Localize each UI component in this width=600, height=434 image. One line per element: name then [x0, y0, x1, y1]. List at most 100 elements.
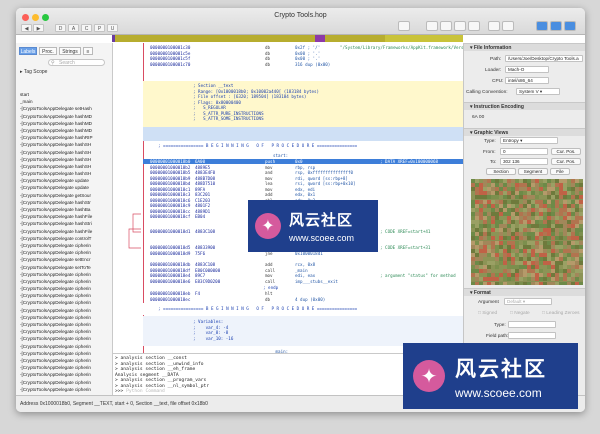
- symbol-list-item[interactable]: -[CryptoToolsAppDelegate cipherin: [20, 242, 112, 249]
- symbol-list-item[interactable]: -[CryptoToolsAppDelegate hashSH: [20, 170, 112, 177]
- symbol-list-item[interactable]: _main: [20, 98, 112, 105]
- entropy-graph[interactable]: [471, 179, 583, 285]
- symbol-list-item[interactable]: -[CryptoToolsAppDelegate setEncr: [20, 256, 112, 263]
- file-button[interactable]: File: [550, 168, 570, 175]
- argument-select[interactable]: Default ▾: [504, 298, 552, 305]
- symbol-list-item[interactable]: -[CryptoToolsAppDelegate cipherin: [20, 350, 112, 357]
- from-label: From:: [483, 150, 496, 155]
- symbol-list-item[interactable]: -[CryptoToolsAppDelegate cipherin: [20, 285, 112, 292]
- nav-p-button[interactable]: P: [94, 24, 105, 32]
- symbol-list-item[interactable]: -[CryptoToolsAppDelegate hashStr: [20, 199, 112, 206]
- procedure-banner-2: ; ================ B E G I N N I N G O F…: [158, 306, 358, 311]
- toolbar-button-1[interactable]: [426, 21, 438, 31]
- tab-extra[interactable]: ≡: [83, 47, 93, 55]
- toolbar-button-3[interactable]: [454, 21, 466, 31]
- instruction-encoding-header[interactable]: ▾ Instruction Encoding: [464, 102, 585, 110]
- symbol-list-item[interactable]: -[CryptoToolsAppDelegate cipherin: [20, 314, 112, 321]
- nav-a-button[interactable]: A: [68, 24, 79, 32]
- nav-u-button[interactable]: U: [107, 24, 118, 32]
- graphic-views-header[interactable]: ▾ Graphic Views: [464, 128, 585, 136]
- type-select[interactable]: Entropy ▾: [500, 137, 558, 144]
- argument-label: Argument: [478, 300, 499, 305]
- symbol-list-item[interactable]: -[CryptoToolsAppDelegate hashFile: [20, 213, 112, 220]
- tag-scope-label[interactable]: ▸ Tag Scope: [20, 69, 47, 75]
- disassembly-view[interactable]: 0000000100001c30 db 0x2f ; '/' "/System/Lib…: [113, 43, 463, 353]
- record-icon[interactable]: [398, 21, 410, 31]
- search-input[interactable]: Search: [48, 59, 105, 66]
- symbol-list-item[interactable]: -[CryptoToolsAppDelegate cipherin: [20, 335, 112, 342]
- symbol-list-item[interactable]: -[CryptoToolsAppDelegate hashMD: [20, 113, 112, 120]
- to-field[interactable]: 302 136: [500, 158, 548, 165]
- toolbar-button-5[interactable]: [488, 21, 500, 31]
- symbol-list-item[interactable]: -[CryptoToolsAppDelegate setToTe: [20, 264, 112, 271]
- symbol-list-item[interactable]: -[CryptoToolsAppDelegate cipherin: [20, 328, 112, 335]
- bottom-panel-toggle-icon[interactable]: [550, 21, 562, 31]
- symbol-list-item[interactable]: -[CryptoToolsAppDelegate cipherin: [20, 357, 112, 364]
- cpu-field[interactable]: intel/x86_64: [505, 77, 549, 84]
- symbol-list-item[interactable]: start: [20, 91, 112, 98]
- symbol-list-item[interactable]: -[CryptoToolsAppDelegate cipherin: [20, 371, 112, 378]
- symbol-list-item[interactable]: -[CryptoToolsAppDelegate hashSH: [20, 163, 112, 170]
- leading-zeroes-checkbox[interactable]: □ Leading Zeroes: [542, 311, 580, 316]
- symbol-list-item[interactable]: -[CryptoToolsAppDelegate update: [20, 184, 112, 191]
- signed-checkbox[interactable]: □ Signed: [478, 311, 497, 316]
- variable-line: ; Variables:: [193, 319, 224, 324]
- forward-icon[interactable]: ▶: [33, 24, 44, 32]
- type2-select[interactable]: [508, 321, 556, 328]
- tab-labels[interactable]: Labels: [19, 47, 37, 55]
- symbol-list-item[interactable]: -[CryptoToolsAppDelegate hashMD: [20, 127, 112, 134]
- nav-d-button[interactable]: D: [55, 24, 66, 32]
- toolbar-button-4[interactable]: [468, 21, 480, 31]
- symbol-list-item[interactable]: -[CryptoToolsAppDelegate hashFile: [20, 228, 112, 235]
- code-addr: 00000001000018df: [150, 267, 191, 273]
- symbol-list-item[interactable]: -[CryptoToolsAppDelegate hashRIP: [20, 134, 112, 141]
- segment-button[interactable]: Segment: [518, 168, 548, 175]
- format-header[interactable]: ▾ Format: [464, 288, 585, 296]
- console-line: > analysis section __eh_frame: [115, 367, 196, 372]
- tab-procedures[interactable]: Proc.: [39, 47, 57, 55]
- symbol-list-item[interactable]: -[CryptoToolsAppDelegate cipherin: [20, 386, 112, 393]
- symbol-list-item[interactable]: -[CryptoToolsAppDelegate cipherin: [20, 364, 112, 371]
- calling-convention-select[interactable]: System V ▾: [516, 88, 560, 95]
- toolbar-button-6[interactable]: [502, 21, 514, 31]
- symbol-list-item[interactable]: -[CryptoToolsAppDelegate cipherin: [20, 307, 112, 314]
- code-addr: 00000001000018b5: [150, 170, 191, 175]
- field-path-field[interactable]: [508, 332, 556, 339]
- section-button[interactable]: Section: [486, 168, 516, 175]
- right-panel-toggle-icon[interactable]: [564, 21, 576, 31]
- from-cur-pos-button[interactable]: Cur. Pos.: [551, 148, 581, 155]
- symbol-list-item[interactable]: -[CryptoToolsAppDelegate hashSH: [20, 141, 112, 148]
- symbol-list-item[interactable]: -[CryptoToolsAppDelegate cipherin: [20, 278, 112, 285]
- symbol-list-item[interactable]: -[CryptoToolsAppDelegate update: [20, 177, 112, 184]
- left-panel-toggle-icon[interactable]: [536, 21, 548, 31]
- symbol-list-item[interactable]: -[CryptoToolsAppDelegate cipherin: [20, 292, 112, 299]
- loader-field[interactable]: Mach-O: [505, 66, 549, 73]
- symbol-list-item[interactable]: -[CryptoToolsAppDelegate hashSH: [20, 156, 112, 163]
- symbol-list-item[interactable]: -[CryptoToolsAppDelegate cipherin: [20, 343, 112, 350]
- code-addr: 00000001000018b2: [150, 164, 191, 170]
- symbol-list-item[interactable]: -[CryptoToolsAppDelegate cipherin: [20, 249, 112, 256]
- negate-checkbox[interactable]: □ Negate: [510, 311, 530, 316]
- to-cur-pos-button[interactable]: Cur. Pos.: [551, 158, 581, 165]
- code-addr: 00000001000018b9: [150, 175, 191, 181]
- symbol-list-item[interactable]: -[CryptoToolsAppDelegate hashStri: [20, 220, 112, 227]
- tab-strings[interactable]: Strings: [59, 47, 81, 55]
- symbol-list-item[interactable]: -[CryptoToolsAppDelegate hashMD: [20, 120, 112, 127]
- segment-navigation-bar[interactable]: [112, 35, 463, 42]
- code-addr: 00000001000018d5: [150, 245, 191, 250]
- symbol-list-item[interactable]: -[CryptoToolsAppDelegate cipherin: [20, 299, 112, 306]
- path-field[interactable]: /Users/Joe/Desktop/Crypto Tools.a: [505, 55, 583, 62]
- nav-c-button[interactable]: C: [81, 24, 92, 32]
- back-icon[interactable]: ◀: [21, 24, 32, 32]
- symbol-list-item[interactable]: -[CryptoToolsAppDelegate setHash: [20, 105, 112, 112]
- symbol-list-item[interactable]: -[CryptoToolsAppDelegate getSour: [20, 192, 112, 199]
- file-information-header[interactable]: ▾ File Information: [464, 43, 585, 51]
- symbol-list-item[interactable]: -[CryptoToolsAppDelegate hashSH: [20, 149, 112, 156]
- symbol-list-item[interactable]: -[CryptoToolsAppDelegate cipherin: [20, 379, 112, 386]
- from-field[interactable]: 0: [500, 148, 548, 155]
- symbol-list-item[interactable]: -[CryptoToolsAppDelegate hashBa: [20, 206, 112, 213]
- symbol-list-item[interactable]: -[CryptoToolsAppDelegate cipherin: [20, 321, 112, 328]
- symbol-list-item[interactable]: -[CryptoToolsAppDelegate cipherin: [20, 271, 112, 278]
- symbol-list-item[interactable]: -[CryptoToolsAppDelegate controlT: [20, 235, 112, 242]
- toolbar-button-2[interactable]: [440, 21, 452, 31]
